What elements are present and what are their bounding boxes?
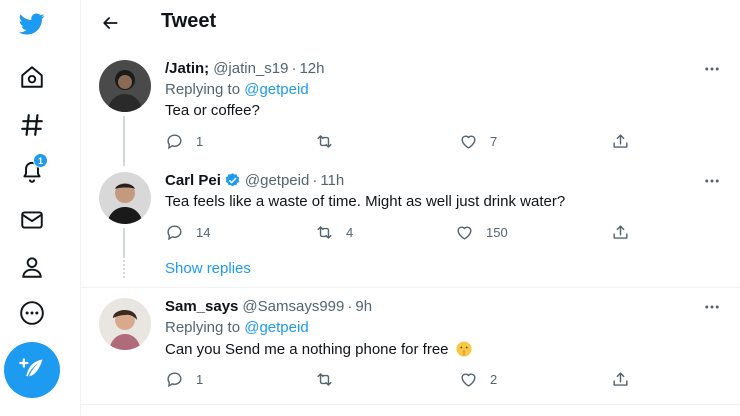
more-circle-icon[interactable] — [16, 297, 48, 329]
tweet-jatin[interactable]: /Jatin; @jatin_s19 · 12h Replying to @ge… — [81, 60, 740, 166]
separator: · — [347, 298, 353, 315]
share-button[interactable] — [611, 370, 630, 389]
show-replies-link[interactable]: Show replies — [165, 260, 251, 277]
tweet-carl-pei[interactable]: Carl Pei @getpeid · 11h Tea feels like a… — [81, 172, 740, 278]
tweet-text: Can you Send me a nothing phone for free — [165, 340, 473, 358]
reply-bubble-icon — [167, 134, 182, 150]
arrow-left-icon — [103, 17, 118, 29]
avatar[interactable] — [99, 172, 151, 224]
retweet-icon — [317, 373, 332, 386]
tweet-header: /Jatin; @jatin_s19 · 12h — [165, 60, 325, 77]
retweet-button[interactable] — [315, 370, 346, 389]
mention-link[interactable]: @getpeid — [244, 81, 308, 98]
shushing-face-emoji-icon — [456, 341, 472, 357]
heart-icon — [461, 373, 476, 387]
reply-count: 14 — [196, 225, 211, 240]
ellipsis-icon — [705, 179, 719, 183]
tweet-sam-says[interactable]: Sam_says @Samsays999 · 9h Replying to @g… — [81, 298, 740, 398]
avatar[interactable] — [99, 298, 151, 350]
explore-hashtag-icon[interactable] — [16, 109, 48, 141]
handle[interactable]: @getpeid — [245, 172, 309, 189]
reply-bubble-icon — [167, 225, 182, 241]
retweet-button[interactable] — [315, 132, 346, 151]
share-button[interactable] — [611, 132, 630, 151]
divider — [81, 287, 740, 288]
tweet-actions: 14 4 150 — [165, 223, 645, 243]
tweet-text: Tea feels like a waste of time. Might as… — [165, 193, 566, 210]
main-column: Tweet /Jatin; @jatin_s19 · 12h Replying … — [80, 0, 740, 416]
tweet-text: Tea or coffee? — [165, 102, 260, 119]
ellipsis-icon — [705, 67, 719, 71]
ellipsis-icon — [705, 305, 719, 309]
timestamp[interactable]: 9h — [355, 298, 372, 315]
retweet-count: 4 — [346, 225, 354, 240]
like-button[interactable]: 7 — [459, 132, 497, 151]
display-name[interactable]: Carl Pei — [165, 172, 221, 189]
profile-person-icon[interactable] — [16, 251, 48, 283]
thread-line — [123, 228, 125, 258]
reply-button[interactable]: 1 — [165, 370, 203, 389]
tweet-header: Sam_says @Samsays999 · 9h — [165, 298, 372, 315]
mention-link[interactable]: @getpeid — [244, 319, 308, 336]
display-name[interactable]: Sam_says — [165, 298, 238, 315]
like-count: 150 — [486, 225, 508, 240]
share-button[interactable] — [611, 223, 630, 242]
reply-bubble-icon — [167, 372, 182, 388]
verified-badge-icon — [225, 173, 240, 187]
retweet-icon — [317, 226, 332, 239]
twitter-logo-icon[interactable] — [16, 8, 48, 40]
page-title: Tweet — [161, 10, 217, 32]
replying-to: Replying to @getpeid — [165, 81, 309, 98]
divider — [81, 404, 740, 405]
tweet-header: Carl Pei @getpeid · 11h — [165, 172, 344, 189]
timestamp[interactable]: 11h — [320, 172, 344, 189]
heart-icon — [461, 135, 476, 149]
like-count: 7 — [490, 134, 498, 149]
display-name[interactable]: /Jatin; — [165, 60, 209, 77]
handle[interactable]: @Samsays999 — [242, 298, 344, 315]
compose-tweet-button[interactable] — [4, 342, 60, 398]
header: Tweet — [81, 0, 740, 46]
like-count: 2 — [490, 372, 498, 387]
more-options-button[interactable] — [701, 60, 723, 78]
sidebar: 1 — [0, 0, 64, 416]
replying-prefix: Replying to — [165, 81, 241, 98]
tweet-text-content: Can you Send me a nothing phone for free — [165, 340, 449, 358]
notifications-bell-icon[interactable]: 1 — [16, 153, 48, 187]
reply-button[interactable]: 1 — [165, 132, 203, 151]
back-button[interactable] — [97, 10, 123, 36]
timestamp[interactable]: 12h — [299, 60, 324, 77]
retweet-icon — [317, 135, 332, 148]
more-options-button[interactable] — [701, 298, 723, 316]
separator: · — [312, 172, 318, 189]
thread-dots — [123, 260, 125, 278]
tweet-actions: 1 7 — [165, 132, 645, 152]
reply-count: 1 — [196, 372, 204, 387]
share-upload-icon — [613, 225, 628, 239]
separator: · — [291, 60, 297, 77]
like-button[interactable]: 2 — [459, 370, 497, 389]
more-options-button[interactable] — [701, 172, 723, 190]
reply-count: 1 — [196, 134, 204, 149]
share-upload-icon — [613, 372, 628, 386]
retweet-button[interactable]: 4 — [315, 223, 353, 242]
replying-to: Replying to @getpeid — [165, 319, 309, 336]
notification-count-badge: 1 — [33, 153, 48, 168]
heart-icon — [457, 226, 472, 240]
home-icon[interactable] — [16, 61, 48, 93]
avatar[interactable] — [99, 60, 151, 112]
like-button[interactable]: 150 — [455, 223, 508, 242]
messages-mail-icon[interactable] — [16, 204, 48, 236]
tweet-actions: 1 2 — [165, 370, 645, 390]
share-upload-icon — [613, 134, 628, 148]
feather-plus-icon — [19, 358, 43, 377]
replying-prefix: Replying to — [165, 319, 241, 336]
reply-button[interactable]: 14 — [165, 223, 210, 242]
thread-line — [123, 116, 125, 166]
handle[interactable]: @jatin_s19 — [213, 60, 288, 77]
